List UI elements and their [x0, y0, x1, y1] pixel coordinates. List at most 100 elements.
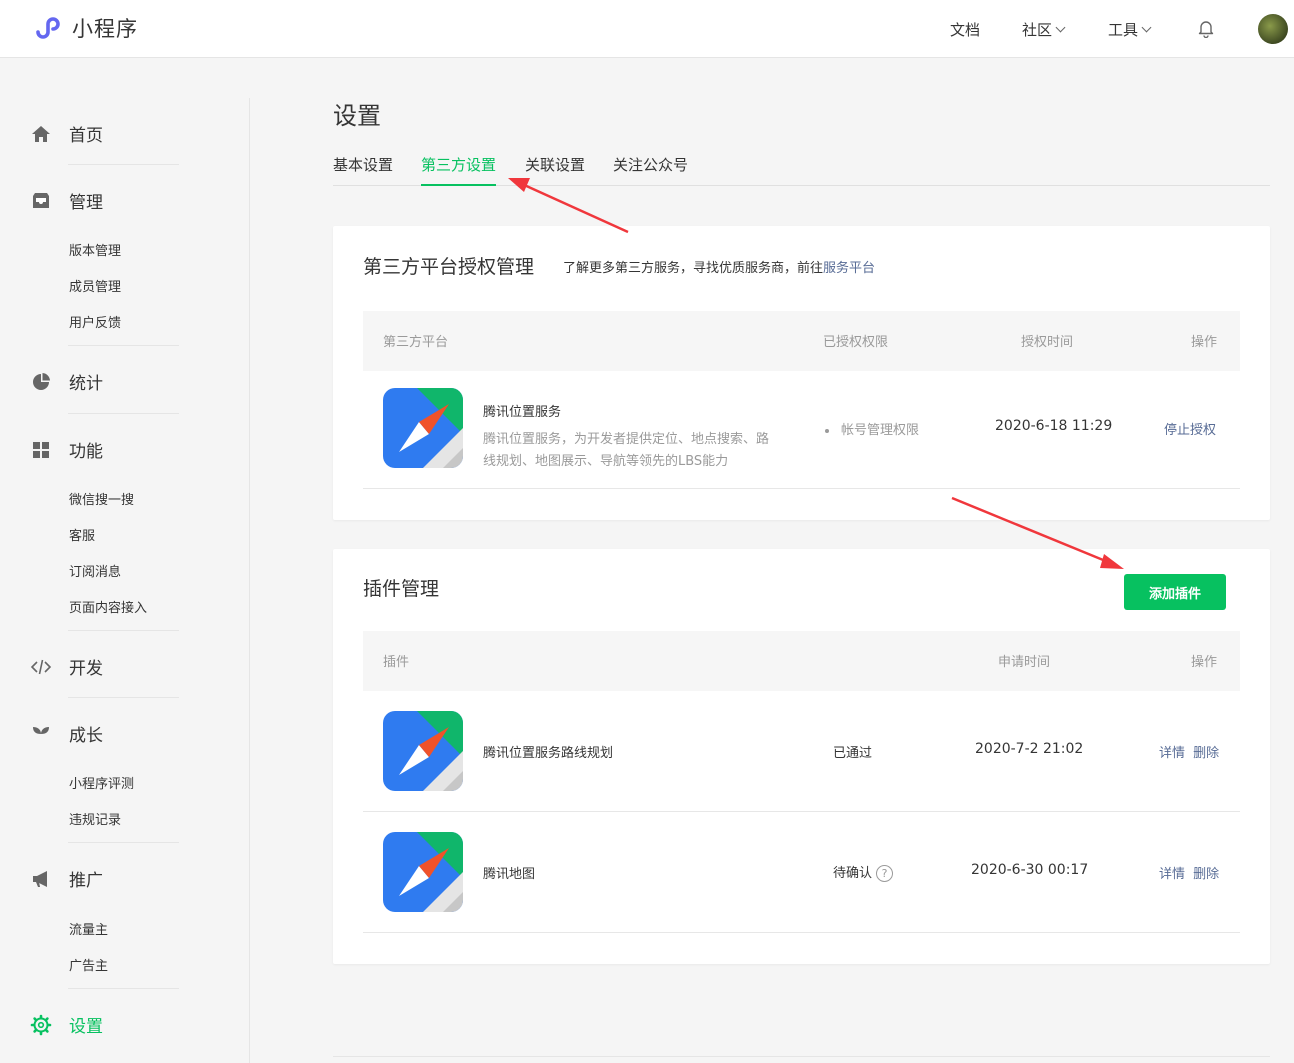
- divider: [68, 842, 179, 843]
- code-icon: [30, 656, 52, 678]
- table-row: 腾讯地图 待确认? 2020-6-30 00:17 详情 删除: [363, 812, 1240, 933]
- plugin-time: 2020-6-30 00:17: [971, 862, 1089, 878]
- divider: [68, 413, 179, 414]
- avatar[interactable]: [1258, 14, 1288, 44]
- plugin-table-header: 插件 申请时间 操作: [363, 631, 1240, 691]
- tab-basic[interactable]: 基本设置: [333, 154, 393, 184]
- sidebar-label: 成长: [69, 726, 103, 746]
- detail-link[interactable]: 详情: [1159, 746, 1185, 761]
- sidebar-item-subscribe[interactable]: 订阅消息: [69, 561, 121, 580]
- annotation-arrow-tab: [508, 178, 629, 234]
- nav-community[interactable]: 社区: [1022, 19, 1066, 40]
- sidebar-item-features[interactable]: 功能: [30, 437, 103, 462]
- sidebar-item-feedback[interactable]: 用户反馈: [69, 312, 121, 331]
- sidebar-label: 开发: [69, 659, 103, 679]
- detail-link[interactable]: 详情: [1159, 867, 1185, 882]
- delete-link[interactable]: 删除: [1193, 746, 1219, 761]
- stop-auth-link[interactable]: 停止授权: [1164, 419, 1216, 438]
- chevron-down-icon: [1141, 22, 1152, 33]
- delete-link[interactable]: 删除: [1193, 867, 1219, 882]
- platform-desc-line2: 线规划、地图展示、导航等领先的LBS能力: [483, 454, 729, 469]
- sidebar-label: 统计: [69, 374, 103, 394]
- pie-chart-icon: [30, 371, 52, 393]
- nav-tools-label: 工具: [1108, 21, 1139, 39]
- col-platform: 第三方平台: [383, 335, 449, 350]
- col-auth-time: 授权时间: [1021, 335, 1074, 350]
- sidebar-label: 首页: [69, 126, 103, 146]
- tab-third-party[interactable]: 第三方设置: [421, 154, 497, 186]
- sidebar-item-version[interactable]: 版本管理: [69, 240, 121, 259]
- third-party-title: 第三方平台授权管理: [363, 256, 535, 278]
- plugin-title: 插件管理: [363, 578, 440, 600]
- nav-docs[interactable]: 文档: [950, 19, 980, 40]
- tab-association[interactable]: 关联设置: [525, 154, 585, 184]
- sidebar-item-promote[interactable]: 推广: [30, 866, 103, 891]
- help-icon[interactable]: ?: [876, 865, 894, 882]
- sidebar-item-page-content[interactable]: 页面内容接入: [69, 597, 147, 616]
- sidebar-item-advertiser[interactable]: 广告主: [69, 955, 108, 974]
- plugin-card: 插件管理 添加插件 插件 申请时间 操作 腾讯位置服务路线规划 已通过 2020…: [333, 549, 1270, 964]
- divider: [68, 345, 179, 346]
- desc-text: 了解更多第三方服务，寻找优质服务商，前往: [563, 261, 824, 276]
- permission-text: 帐号管理权限: [841, 423, 920, 438]
- chevron-down-icon: [1055, 22, 1066, 33]
- nav-tools[interactable]: 工具: [1108, 19, 1152, 40]
- add-plugin-button[interactable]: 添加插件: [1124, 574, 1226, 610]
- plugin-name: 腾讯地图: [483, 867, 536, 882]
- tencent-map-app-icon: [383, 711, 463, 791]
- third-party-table-header: 第三方平台 已授权权限 授权时间 操作: [363, 311, 1240, 371]
- sidebar-label: 推广: [69, 871, 103, 891]
- footer-divider: [333, 1056, 1270, 1057]
- sidebar-label: 管理: [69, 193, 103, 213]
- inbox-icon: [30, 190, 52, 212]
- top-bar: 小程序 文档 社区 工具: [0, 0, 1294, 58]
- sidebar-item-manage[interactable]: 管理: [30, 188, 103, 213]
- divider: [68, 988, 179, 989]
- plugin-status: 已通过: [833, 746, 873, 761]
- col-plugin: 插件: [383, 655, 410, 670]
- sidebar-item-traffic-owner[interactable]: 流量主: [69, 919, 108, 938]
- logo-text: 小程序: [72, 17, 138, 41]
- sidebar-item-violations[interactable]: 违规记录: [69, 809, 121, 828]
- miniprogram-logo-icon: [36, 17, 60, 39]
- gear-icon: [30, 1014, 52, 1036]
- plugin-actions: 详情 删除: [1159, 742, 1219, 761]
- platform-name: 腾讯位置服务: [483, 405, 562, 420]
- plugin-time: 2020-7-2 21:02: [975, 741, 1084, 757]
- table-row: 腾讯位置服务路线规划 已通过 2020-7-2 21:02 详情 删除: [363, 691, 1240, 812]
- tab-bar: 基本设置 第三方设置 关联设置 关注公众号: [333, 154, 1270, 186]
- permission-item: 帐号管理权限: [825, 419, 919, 438]
- divider: [68, 697, 179, 698]
- megaphone-icon: [30, 868, 52, 890]
- page-title: 设置: [333, 102, 381, 130]
- divider: [68, 164, 179, 165]
- tencent-map-app-icon: [383, 832, 463, 912]
- col-apply-time: 申请时间: [998, 655, 1051, 670]
- sidebar-item-customer-service[interactable]: 客服: [69, 525, 95, 544]
- bell-icon[interactable]: [1196, 18, 1216, 38]
- tencent-map-app-icon: [383, 388, 463, 468]
- plugin-status-text: 待确认: [833, 866, 873, 881]
- col-permission: 已授权权限: [823, 335, 889, 350]
- sprout-icon: [30, 723, 52, 745]
- sidebar-item-members[interactable]: 成员管理: [69, 276, 121, 295]
- sidebar-item-home[interactable]: 首页: [30, 121, 103, 146]
- logo[interactable]: 小程序: [32, 12, 138, 44]
- third-party-desc: 了解更多第三方服务，寻找优质服务商，前往服务平台: [563, 257, 875, 276]
- sidebar-item-stats[interactable]: 统计: [30, 369, 103, 394]
- sidebar-divider: [249, 98, 250, 1063]
- tab-follow-official[interactable]: 关注公众号: [613, 154, 688, 184]
- divider: [68, 630, 179, 631]
- sidebar-item-evaluation[interactable]: 小程序评测: [69, 773, 134, 792]
- plugin-actions: 详情 删除: [1159, 863, 1219, 882]
- col-action: 操作: [1191, 655, 1218, 670]
- plugin-status: 待确认?: [833, 862, 894, 882]
- sidebar-item-growth[interactable]: 成长: [30, 721, 103, 746]
- sidebar-item-wechat-search[interactable]: 微信搜一搜: [69, 489, 134, 508]
- bullet-icon: [825, 428, 829, 433]
- plugin-name: 腾讯位置服务路线规划: [483, 746, 614, 761]
- service-platform-link[interactable]: 服务平台: [823, 261, 875, 276]
- sidebar-item-settings[interactable]: 设置: [30, 1012, 103, 1037]
- sidebar-item-develop[interactable]: 开发: [30, 654, 103, 679]
- third-party-card: 第三方平台授权管理 了解更多第三方服务，寻找优质服务商，前往服务平台 第三方平台…: [333, 226, 1270, 520]
